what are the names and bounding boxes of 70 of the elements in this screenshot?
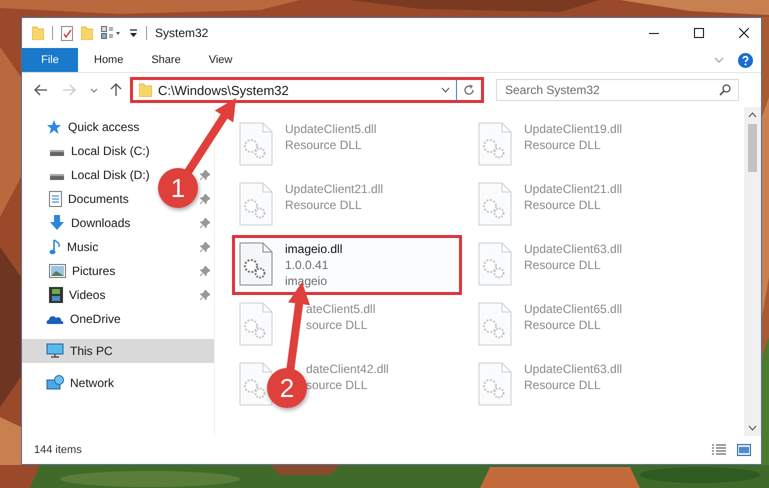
scrollbar[interactable] [744,107,761,436]
folder-icon [139,83,152,97]
nav-item[interactable]: Music [67,240,98,254]
file-detail: imageio [285,274,328,288]
nav-item[interactable]: Downloads [71,216,130,230]
file-detail: Resource DLL [524,378,602,392]
pin-icon[interactable] [200,218,210,228]
file-detail: 1.0.0.41 [285,258,330,272]
pin-icon[interactable] [200,266,210,276]
nav-item[interactable]: OneDrive [70,312,121,326]
recent-locations-icon[interactable] [90,88,98,92]
view-options-icon[interactable] [101,26,121,40]
settings-file-icon[interactable] [239,242,273,286]
address-bar[interactable]: C:\Windows\System32 [130,77,484,103]
maximize-icon[interactable] [694,28,704,38]
close-icon[interactable] [739,28,749,38]
file-detail: Resource DLL [524,198,602,212]
refresh-icon[interactable] [463,84,475,96]
file-detail: Resource DLL [524,318,602,332]
file-name[interactable]: imageio.dll [285,242,342,256]
file-detail: source DLL [306,378,368,392]
window-title: System32 [155,26,208,40]
picture-icon [49,264,66,278]
file-detail: Resource DLL [524,258,602,272]
file-detail: Resource DLL [285,198,363,212]
properties-icon[interactable] [61,26,73,40]
pin-icon[interactable] [200,290,210,300]
forward-icon[interactable] [62,84,76,96]
back-icon[interactable] [34,84,48,96]
customize-dropdown-icon[interactable] [129,28,138,38]
search-icon[interactable] [719,84,731,96]
file-detail: Resource DLL [285,138,363,152]
computer-icon [46,343,64,359]
nav-item[interactable]: Documents [68,192,129,206]
nav-item[interactable]: Pictures [72,264,116,278]
search-field[interactable]: Search System32 [496,79,739,101]
tiles-view-icon[interactable] [737,444,751,456]
film-icon [49,287,63,303]
nav-item[interactable]: Local Disk (D:) [71,168,150,182]
scroll-up-icon[interactable] [748,112,757,118]
expand-ribbon-icon[interactable] [714,57,724,63]
dropdown-icon[interactable] [441,87,450,93]
pin-icon[interactable] [200,170,210,180]
ribbon-tab[interactable]: Home [80,48,138,72]
help-icon[interactable] [738,52,753,68]
ribbon-tab[interactable]: View [194,48,246,72]
folder-icon[interactable] [32,26,44,40]
nav-item[interactable]: This PC [70,344,113,358]
pin-icon[interactable] [200,194,210,204]
download-icon [49,215,65,231]
file-detail: source DLL [306,318,368,332]
network-icon [46,375,64,391]
details-view-icon[interactable] [711,444,727,456]
document-icon [49,191,62,207]
address-path: C:\Windows\System32 [158,82,290,98]
file-detail: Resource DLL [524,138,602,152]
nav-item[interactable]: Quick access [68,120,140,134]
star-icon [46,119,62,135]
scroll-thumb[interactable] [748,124,757,172]
item-count: 144 items [34,444,82,456]
scroll-down-icon[interactable] [748,425,757,431]
new-folder-icon[interactable] [81,26,93,40]
up-icon[interactable] [110,83,122,97]
nav-item[interactable]: Network [70,376,114,390]
pin-icon[interactable] [200,242,210,252]
nav-item[interactable]: Videos [69,288,106,302]
nav-item[interactable]: Local Disk (C:) [71,144,150,158]
ribbon-tab[interactable]: File [22,48,78,72]
music-note-icon [49,239,61,255]
ribbon-tab[interactable]: Share [137,48,195,72]
